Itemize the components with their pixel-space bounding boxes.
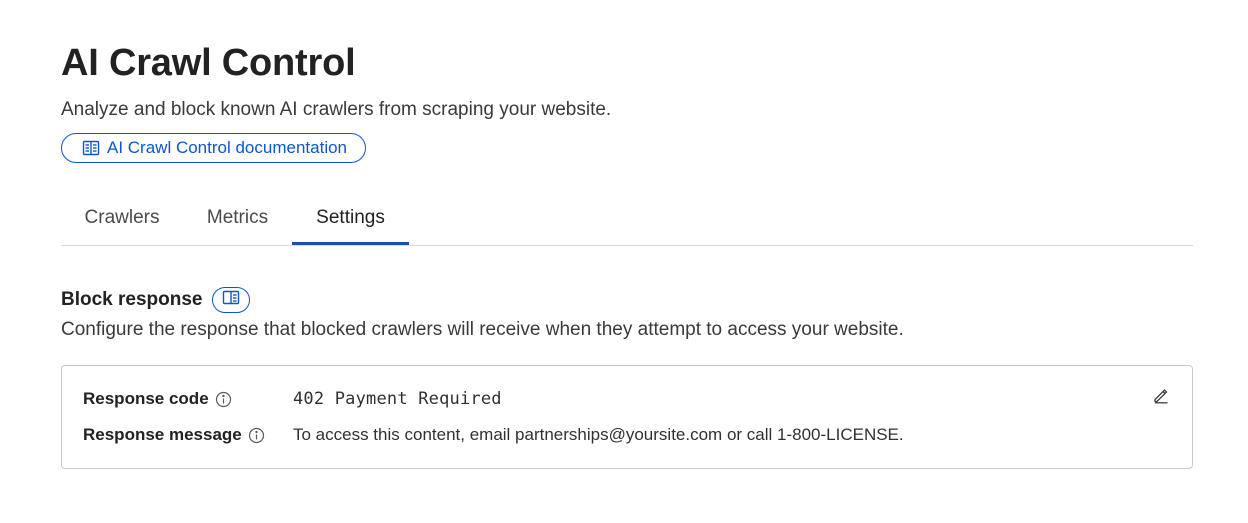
block-response-card: Response code 402 Payment Required Respo…: [61, 365, 1193, 469]
response-code-value: 402 Payment Required: [293, 389, 502, 409]
block-response-heading: Block response: [61, 287, 250, 313]
response-message-label: Response message: [83, 425, 242, 444]
tab-crawlers[interactable]: Crawlers: [61, 192, 183, 244]
documentation-link[interactable]: AI Crawl Control documentation: [61, 133, 367, 163]
response-message-value: To access this content, email partnershi…: [293, 425, 904, 444]
response-code-row: Response code 402 Payment Required: [83, 389, 502, 409]
tab-settings[interactable]: Settings: [292, 192, 409, 245]
pencil-icon: [1152, 386, 1170, 409]
page-subtitle: Analyze and block known AI crawlers from…: [61, 99, 612, 120]
response-message-row: Response message To access this content,…: [83, 425, 904, 445]
tab-metrics[interactable]: Metrics: [183, 192, 292, 244]
block-response-docs-button[interactable]: [211, 287, 250, 313]
page-title: AI Crawl Control: [61, 42, 356, 84]
edit-button[interactable]: [1150, 386, 1172, 408]
page: AI Crawl Control Analyze and block known…: [0, 0, 1248, 523]
block-response-description: Configure the response that blocked craw…: [61, 319, 904, 340]
tab-bar: Crawlers Metrics Settings: [61, 192, 1193, 246]
info-icon[interactable]: [215, 391, 232, 408]
info-icon[interactable]: [248, 427, 265, 444]
book-open-icon: [82, 140, 100, 156]
book-open-icon: [222, 289, 240, 311]
block-response-title: Block response: [61, 289, 203, 310]
response-code-label: Response code: [83, 389, 209, 408]
documentation-link-label: AI Crawl Control documentation: [107, 138, 348, 157]
